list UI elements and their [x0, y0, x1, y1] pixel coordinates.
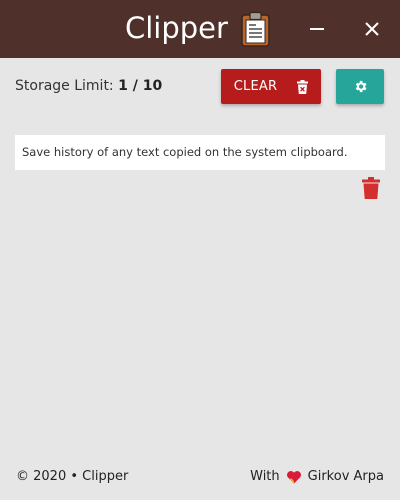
app-window: Clipper Storage Limit: 1 / 10 CLEAR Save… [0, 0, 400, 500]
gear-icon [355, 80, 366, 93]
storage-limit-value: 1 / 10 [118, 78, 163, 94]
clear-button-label: CLEAR [233, 79, 278, 94]
footer-with-label: With [250, 469, 280, 484]
minimize-button[interactable] [297, 10, 337, 48]
trash-icon [362, 177, 380, 199]
clear-button[interactable]: CLEAR [221, 69, 321, 104]
trash-x-icon [297, 79, 309, 94]
clipboard-icon [240, 11, 271, 47]
footer-author-link[interactable]: Girkov Arpa [308, 468, 384, 486]
storage-limit: Storage Limit: 1 / 10 [15, 76, 162, 96]
minimize-icon [310, 28, 324, 30]
close-icon [365, 22, 379, 36]
clipboard-entry[interactable]: Save history of any text copied on the s… [15, 135, 385, 170]
delete-entry-button[interactable] [360, 176, 382, 200]
footer-credit: With Girkov Arpa [250, 468, 384, 486]
storage-limit-label: Storage Limit: [15, 78, 114, 94]
title-bar[interactable]: Clipper [0, 0, 400, 58]
app-title: Clipper [125, 11, 228, 45]
footer-copyright: © 2020 • Clipper [16, 469, 129, 484]
heart-icon [286, 469, 302, 485]
close-button[interactable] [352, 10, 392, 48]
settings-button[interactable] [336, 69, 384, 104]
